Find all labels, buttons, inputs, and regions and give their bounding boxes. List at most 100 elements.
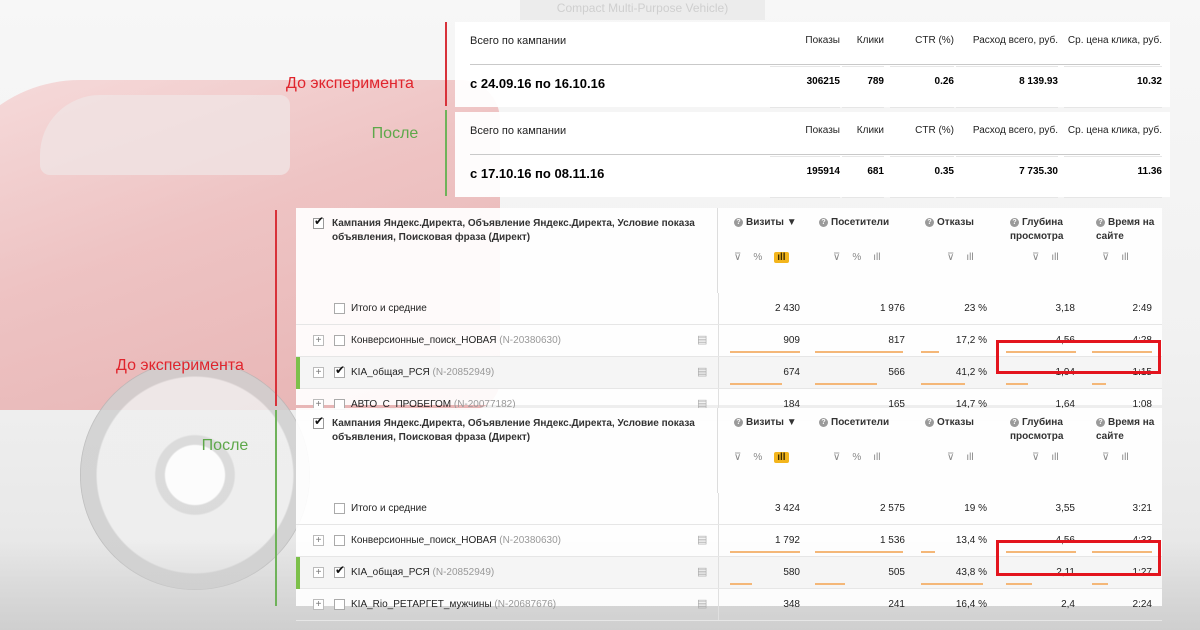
bars-icon[interactable]: ıll: [774, 452, 789, 463]
row-checkbox[interactable]: [334, 363, 345, 378]
report-icon[interactable]: ▤: [697, 566, 709, 578]
help-icon[interactable]: ?: [1010, 418, 1019, 427]
help-icon[interactable]: ?: [1010, 218, 1019, 227]
help-icon[interactable]: ?: [819, 218, 828, 227]
bars-icon[interactable]: ıll: [1121, 452, 1128, 463]
column-visits[interactable]: ? Визиты ▼ ⊽% ıll: [726, 408, 810, 493]
grouping-checkbox[interactable]: [313, 414, 324, 429]
report-table-after: Кампания Яндекс.Директа, Объявление Янде…: [296, 408, 1162, 621]
header-spend: Расход всего, руб.: [956, 35, 1058, 67]
bars-icon[interactable]: ıll: [1051, 452, 1058, 463]
filter-icon[interactable]: ⊽: [734, 452, 741, 463]
column-depth[interactable]: ? Глубина просмотра ⊽ ıll: [1002, 408, 1087, 493]
visits-value: 580: [783, 567, 800, 578]
percent-icon[interactable]: %: [852, 452, 861, 463]
bars-icon[interactable]: ıll: [966, 252, 973, 263]
column-visitors[interactable]: ? Посетители ⊽% ıll: [811, 408, 916, 493]
help-icon[interactable]: ?: [925, 418, 934, 427]
background-caption: Compact Multi-Purpose Vehicle): [520, 0, 765, 20]
filter-icon[interactable]: ⊽: [947, 452, 954, 463]
expand-icon[interactable]: +: [313, 599, 324, 610]
report-icon[interactable]: ▤: [697, 598, 709, 610]
depth-value: 2,4: [1061, 599, 1075, 610]
bounce-bar: [921, 551, 935, 553]
bars-icon[interactable]: ıll: [1051, 252, 1058, 263]
visitors-bar: [815, 383, 877, 385]
filter-icon[interactable]: ⊽: [1102, 452, 1109, 463]
bars-icon[interactable]: ıll: [966, 452, 973, 463]
help-icon[interactable]: ?: [819, 418, 828, 427]
percent-icon[interactable]: %: [753, 252, 762, 263]
bars-icon[interactable]: ıll: [873, 252, 880, 263]
filter-icon[interactable]: ⊽: [1102, 252, 1109, 263]
column-visitors[interactable]: ? Посетители ⊽% ıll: [811, 208, 916, 293]
help-icon[interactable]: ?: [1096, 418, 1105, 427]
row-name: Итого и средние: [351, 303, 427, 314]
column-bounce[interactable]: ? Отказы ⊽ ıll: [917, 408, 1001, 493]
row-checkbox[interactable]: [334, 535, 345, 546]
visitors-bar: [815, 551, 903, 553]
bars-icon[interactable]: ıll: [873, 452, 880, 463]
row-checkbox[interactable]: [334, 563, 345, 578]
column-title: Посетители: [831, 217, 890, 228]
bars-icon[interactable]: ıll: [774, 252, 789, 263]
divider-before-summary: [445, 22, 447, 106]
time-bar: [1092, 383, 1106, 385]
filter-icon[interactable]: ⊽: [833, 252, 840, 263]
expand-icon[interactable]: +: [313, 567, 324, 578]
cpc-value: 11.36: [1064, 166, 1162, 198]
sort-desc-icon[interactable]: ▼: [787, 217, 797, 228]
column-title: Отказы: [937, 217, 974, 228]
percent-icon[interactable]: %: [852, 252, 861, 263]
filter-icon[interactable]: ⊽: [1032, 452, 1039, 463]
table-row[interactable]: + KIA_Rio_РЕТАРГЕТ_мужчины (N-20687676) …: [296, 589, 1162, 621]
bars-icon[interactable]: ıll: [1121, 252, 1128, 263]
divider-before-report: [275, 210, 277, 406]
summary-header: Всего по кампании Показы Клики CTR (%) Р…: [470, 125, 1162, 157]
visitors-bar: [815, 351, 903, 353]
row-checkbox[interactable]: [334, 335, 345, 346]
bounce-value: 41,2 %: [955, 367, 987, 378]
expand-icon[interactable]: +: [313, 367, 324, 378]
selected-row-marker: [296, 357, 300, 389]
filter-icon[interactable]: ⊽: [734, 252, 741, 263]
column-bounce[interactable]: ? Отказы ⊽ ıll: [917, 208, 1001, 293]
bounce-value: 13,4 %: [955, 535, 987, 546]
header-cpc: Ср. цена клика, руб.: [1064, 125, 1162, 157]
row-checkbox[interactable]: [334, 303, 345, 314]
filter-icon[interactable]: ⊽: [947, 252, 954, 263]
sort-desc-icon[interactable]: ▼: [787, 417, 797, 428]
percent-icon[interactable]: %: [753, 452, 762, 463]
highlight-box-after: [996, 540, 1161, 576]
filter-icon[interactable]: ⊽: [1032, 252, 1039, 263]
header-total: Всего по кампании: [470, 125, 567, 137]
label-before-report: До эксперимента: [116, 357, 244, 374]
expand-icon[interactable]: +: [313, 535, 324, 546]
expand-icon[interactable]: +: [313, 335, 324, 346]
help-icon[interactable]: ?: [925, 218, 934, 227]
report-icon[interactable]: ▤: [697, 334, 709, 346]
visitors-value: 505: [888, 567, 905, 578]
column-depth[interactable]: ? Глубина просмотра ⊽ ıll: [1002, 208, 1087, 293]
impressions-value: 306215: [770, 76, 840, 108]
filter-icon[interactable]: ⊽: [833, 452, 840, 463]
header-total: Всего по кампании: [470, 35, 567, 47]
row-name: Итого и средние: [351, 503, 427, 514]
help-icon[interactable]: ?: [1096, 218, 1105, 227]
help-icon[interactable]: ?: [734, 218, 743, 227]
table-row[interactable]: Итого и средние 2 430 1 976 23 % 3,18 2:…: [296, 293, 1162, 325]
time-value: 2:49: [1132, 303, 1152, 314]
report-icon[interactable]: ▤: [697, 534, 709, 546]
column-time[interactable]: ? Время на сайте ⊽ ıll: [1088, 408, 1162, 493]
column-time[interactable]: ? Время на сайте ⊽ ıll: [1088, 208, 1162, 293]
row-checkbox[interactable]: [334, 599, 345, 610]
visitors-value: 566: [888, 367, 905, 378]
row-checkbox[interactable]: [334, 503, 345, 514]
column-visits[interactable]: ? Визиты ▼ ⊽% ıll: [726, 208, 810, 293]
help-icon[interactable]: ?: [734, 418, 743, 427]
table-row[interactable]: Итого и средние 3 424 2 575 19 % 3,55 3:…: [296, 493, 1162, 525]
divider-after-report: [275, 410, 277, 606]
divider-after-summary: [445, 110, 447, 196]
report-icon[interactable]: ▤: [697, 366, 709, 378]
grouping-checkbox[interactable]: [313, 214, 324, 229]
